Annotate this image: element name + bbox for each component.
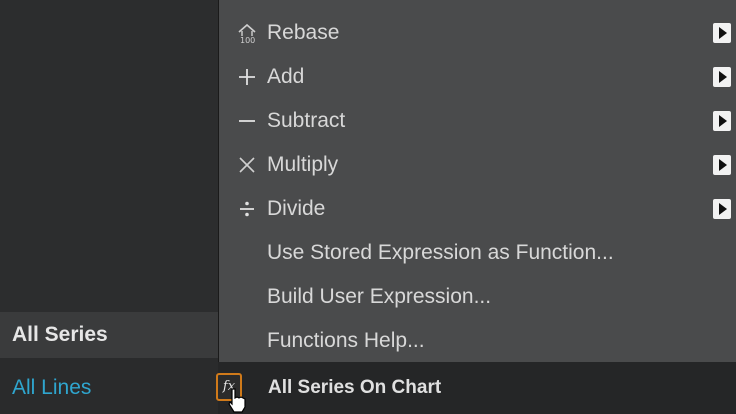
- all-series-on-chart-label: All Series On Chart: [268, 377, 442, 398]
- left-panel-empty-area: [0, 0, 218, 312]
- all-series-heading: All Series: [0, 312, 218, 358]
- rebase-icon: 100: [231, 11, 263, 55]
- menu-item-add[interactable]: Add: [219, 55, 736, 99]
- menu-item-multiply[interactable]: Multiply: [219, 143, 736, 187]
- plus-icon: [231, 55, 263, 99]
- submenu-arrow-icon: [713, 67, 731, 87]
- menu-item-divide[interactable]: Divide: [219, 187, 736, 231]
- minus-icon: [231, 99, 263, 143]
- all-lines-link[interactable]: All Lines: [0, 362, 218, 414]
- submenu-arrow-icon: [713, 23, 731, 43]
- menu-item-use-stored-expression[interactable]: Use Stored Expression as Function...: [219, 231, 736, 275]
- hand-cursor-icon: [228, 388, 246, 413]
- menu-item-build-user-expression[interactable]: Build User Expression...: [219, 275, 736, 319]
- menu-item-label: Subtract: [267, 109, 346, 132]
- menu-item-label: Functions Help...: [267, 329, 425, 352]
- functions-menu: 100 Rebase Add Subtract Multiply Divide …: [218, 0, 736, 362]
- menu-item-label: Divide: [267, 197, 326, 220]
- menu-item-label: Add: [267, 65, 305, 88]
- submenu-arrow-icon: [713, 155, 731, 175]
- menu-item-rebase[interactable]: 100 Rebase: [219, 11, 736, 55]
- svg-text:100: 100: [240, 36, 255, 44]
- submenu-arrow-icon: [713, 199, 731, 219]
- menu-item-label: Multiply: [267, 153, 339, 176]
- menu-item-label: Use Stored Expression as Function...: [267, 241, 614, 264]
- menu-item-label: Rebase: [267, 21, 340, 44]
- divide-icon: [231, 187, 263, 231]
- multiply-icon: [231, 143, 263, 187]
- menu-item-functions-help[interactable]: Functions Help...: [219, 319, 736, 363]
- menu-item-label: Build User Expression...: [267, 285, 492, 308]
- submenu-arrow-icon: [713, 111, 731, 131]
- menu-item-subtract[interactable]: Subtract: [219, 99, 736, 143]
